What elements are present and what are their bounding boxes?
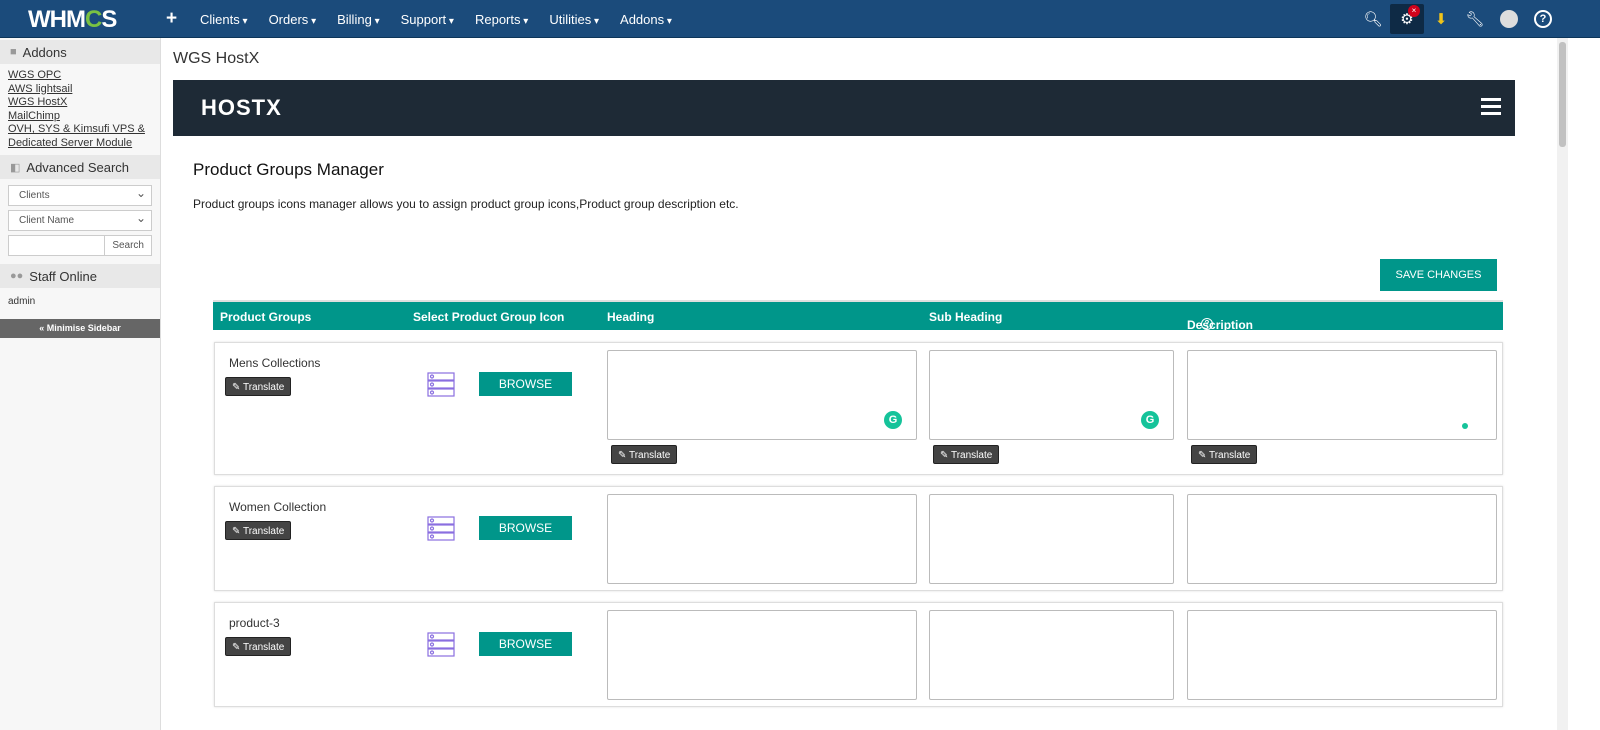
menu-support[interactable]: Support [401, 12, 454, 27]
staff-user: admin [8, 296, 36, 307]
server-icon [427, 372, 455, 397]
browse-image-button[interactable]: BROWSE IMAGE [479, 516, 572, 559]
search-icon[interactable]: 🔍︎ [1356, 4, 1390, 34]
col-icon: Select Product Group Icon [413, 310, 565, 324]
search-field-select[interactable]: Client Name [8, 210, 152, 231]
section-heading: Product Groups Manager [193, 160, 384, 179]
user-avatar[interactable] [1492, 4, 1526, 34]
menu-billing[interactable]: Billing [337, 12, 380, 27]
col-product-groups: Product Groups [220, 310, 312, 324]
menu-orders[interactable]: Orders [269, 12, 317, 27]
subheading-textarea[interactable] [929, 494, 1174, 584]
server-icon [427, 632, 455, 657]
subheading-textarea[interactable]: G [929, 350, 1174, 440]
top-navbar: WHMCS + Clients Orders Billing Support R… [0, 0, 1600, 38]
scrollbar[interactable] [1557, 38, 1568, 730]
menu-clients[interactable]: Clients [200, 12, 248, 27]
translate-button[interactable]: ✎ Translate [225, 521, 292, 540]
table-row: Women Collection ✎ Translate BROWSE IMAG… [214, 486, 1503, 591]
addon-link[interactable]: AWS lightsail [8, 83, 152, 97]
translate-button[interactable]: ✎ Translate [225, 377, 292, 396]
hamburger-menu-icon[interactable] [1481, 98, 1501, 119]
whmcs-logo[interactable]: WHMCS [28, 6, 117, 34]
translate-button[interactable]: ✎ Translate [933, 445, 1000, 464]
save-changes-button[interactable]: SAVE CHANGES [1380, 259, 1497, 291]
server-icon [427, 516, 455, 541]
description-textarea[interactable] [1187, 494, 1497, 584]
product-group-name: Women Collection [229, 500, 327, 514]
product-group-name: Mens Collections [229, 356, 321, 370]
staff-online-title: Staff Online [29, 268, 97, 284]
translate-label: Translate [1208, 450, 1251, 461]
addon-link[interactable]: MailChimp [8, 110, 152, 124]
addon-link[interactable]: WGS OPC [8, 69, 152, 83]
addon-link[interactable]: WGS HostX [8, 96, 152, 110]
col-heading: Heading [607, 310, 655, 324]
translate-label: Translate [628, 450, 671, 461]
users-icon: ●● [10, 270, 24, 282]
heading-textarea[interactable]: G [607, 350, 917, 440]
section-description: Product groups icons manager allows you … [193, 197, 739, 211]
puzzle-icon: ■ [10, 46, 17, 58]
description-textarea[interactable] [1187, 350, 1497, 440]
table-row: product-3 ✎ Translate BROWSE IMAGE [214, 602, 1503, 707]
gears-icon[interactable]: ⚙ × [1390, 4, 1424, 34]
add-icon[interactable]: + [166, 8, 177, 30]
page-title: WGS HostX [173, 50, 260, 67]
subheading-textarea[interactable] [929, 610, 1174, 700]
translate-button[interactable]: ✎ Translate [611, 445, 678, 464]
table-header: Product Groups Select Product Group Icon… [213, 300, 1503, 332]
minimise-sidebar-button[interactable]: « Minimise Sidebar [0, 319, 160, 338]
addon-link[interactable]: OVH, SYS & Kimsufi VPS & Dedicated Serve… [8, 123, 152, 150]
menu-addons[interactable]: Addons [620, 12, 672, 27]
search-input[interactable] [9, 236, 104, 255]
search-button[interactable]: Search [104, 236, 151, 255]
hostx-logo: HOSTX [201, 95, 282, 120]
translate-button[interactable]: ✎ Translate [225, 637, 292, 656]
menu-reports[interactable]: Reports [475, 12, 528, 27]
search-type-select[interactable]: Clients [8, 185, 152, 206]
grammarly-icon[interactable]: G [1141, 411, 1159, 429]
grammarly-dot-icon[interactable] [1462, 423, 1468, 429]
help-icon[interactable]: ? [1201, 318, 1213, 330]
hostx-banner: HOSTX [173, 80, 1515, 136]
translate-button[interactable]: ✎ Translate [1191, 445, 1258, 464]
browse-image-button[interactable]: BROWSE IMAGE [479, 372, 572, 415]
menu-utilities[interactable]: Utilities [549, 12, 599, 27]
product-group-name: product-3 [229, 616, 280, 630]
browse-image-button[interactable]: BROWSE IMAGE [479, 632, 572, 675]
heading-textarea[interactable] [607, 610, 917, 700]
addons-title: Addons [22, 44, 67, 60]
translate-label: Translate [950, 450, 993, 461]
col-description: Description [1187, 318, 1254, 332]
help-icon[interactable]: ? [1526, 4, 1560, 34]
wrench-icon[interactable]: 🔧︎ [1458, 4, 1492, 34]
description-textarea[interactable] [1187, 610, 1497, 700]
alert-badge: × [1408, 5, 1420, 17]
download-icon[interactable]: ⬇ [1424, 4, 1458, 34]
heading-textarea[interactable] [607, 494, 917, 584]
advanced-search-title: Advanced Search [26, 159, 130, 175]
table-row: Mens Collections ✎ Translate BROWSE IMAG… [214, 342, 1503, 475]
grammarly-icon[interactable]: G [884, 411, 902, 429]
binoculars-icon: ◧ [10, 161, 21, 174]
col-subheading: Sub Heading [929, 310, 1003, 324]
sidebar: ■ Addons WGS OPC AWS lightsail WGS HostX … [0, 38, 161, 730]
